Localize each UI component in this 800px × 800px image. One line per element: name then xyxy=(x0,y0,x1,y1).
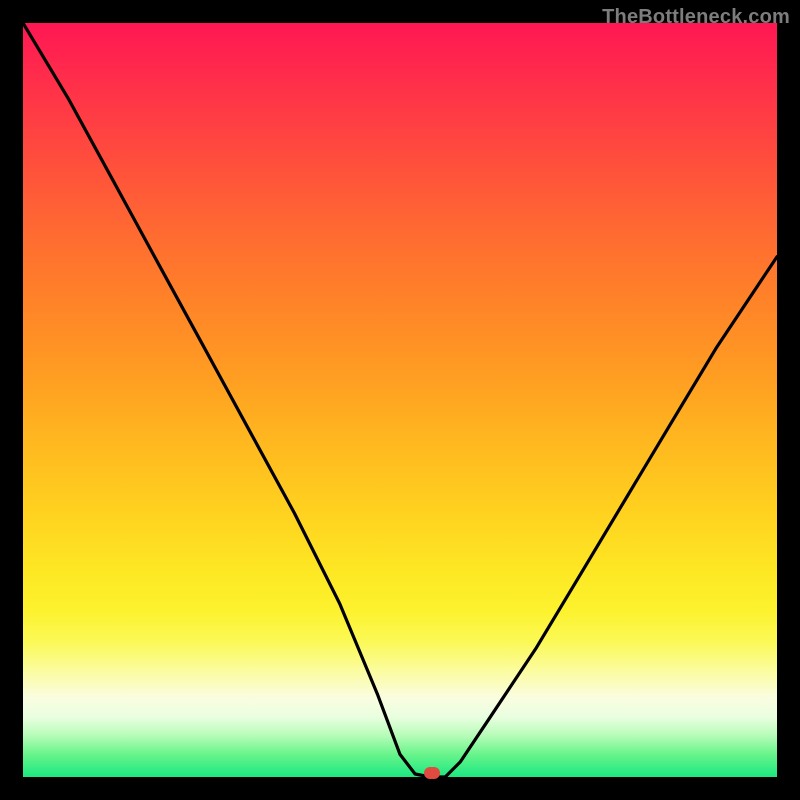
optimum-marker xyxy=(424,767,440,779)
bottleneck-curve xyxy=(23,23,777,777)
chart-area xyxy=(23,23,777,777)
watermark-text: TheBottleneck.com xyxy=(602,6,790,29)
